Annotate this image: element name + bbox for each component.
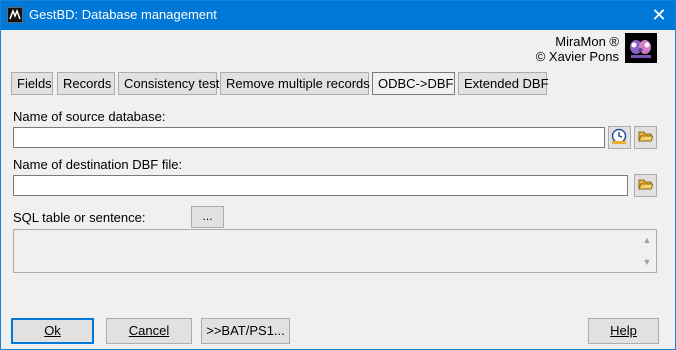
brand-name: MiraMon ® xyxy=(555,34,619,49)
gestbd-window: GestBD: Database management ✕ MiraMon ® … xyxy=(0,0,676,350)
help-label: Help xyxy=(610,323,637,338)
miramon-logo-icon xyxy=(625,33,657,63)
tab-remove-multiple-records[interactable]: Remove multiple records xyxy=(220,72,370,95)
source-database-input[interactable] xyxy=(13,127,605,148)
sql-browse-button[interactable]: ... xyxy=(191,206,224,228)
browse-source-button[interactable] xyxy=(634,126,657,149)
odbc-datasource-button[interactable] xyxy=(608,126,631,149)
close-button[interactable]: ✕ xyxy=(643,1,675,30)
ok-label: Ok xyxy=(44,323,61,338)
source-database-label: Name of source database: xyxy=(13,109,166,124)
sql-label: SQL table or sentence: xyxy=(13,210,146,225)
tab-extended-dbf[interactable]: Extended DBF xyxy=(458,72,549,95)
scroll-down-icon[interactable]: ▼ xyxy=(640,255,654,269)
sql-textarea[interactable]: ▲ ▼ xyxy=(13,229,657,273)
bat-ps1-button[interactable]: >>BAT/PS1... xyxy=(201,318,290,344)
destination-dbf-input[interactable] xyxy=(13,175,628,196)
window-title: GestBD: Database management xyxy=(29,7,217,22)
cancel-button[interactable]: Cancel xyxy=(106,318,192,344)
odbc-datasource-icon xyxy=(611,128,628,148)
cancel-label: Cancel xyxy=(128,323,170,338)
title-bar: GestBD: Database management ✕ xyxy=(1,1,675,30)
folder-open-icon xyxy=(638,130,654,146)
tab-fields[interactable]: Fields xyxy=(11,72,53,95)
help-button[interactable]: Help xyxy=(588,318,659,344)
scroll-up-icon[interactable]: ▲ xyxy=(640,233,654,247)
ok-button[interactable]: Ok xyxy=(11,318,94,344)
tab-records[interactable]: Records xyxy=(57,72,115,95)
app-icon xyxy=(7,7,23,23)
folder-open-icon xyxy=(638,178,654,194)
tab-consistency-test[interactable]: Consistency test xyxy=(118,72,219,95)
brand-credit: MiraMon ® © Xavier Pons xyxy=(536,34,619,64)
tab-odbc-dbf[interactable]: ODBC->DBF xyxy=(372,72,455,95)
destination-dbf-label: Name of destination DBF file: xyxy=(13,157,183,172)
browse-destination-button[interactable] xyxy=(634,174,657,197)
brand-author: © Xavier Pons xyxy=(535,49,619,64)
